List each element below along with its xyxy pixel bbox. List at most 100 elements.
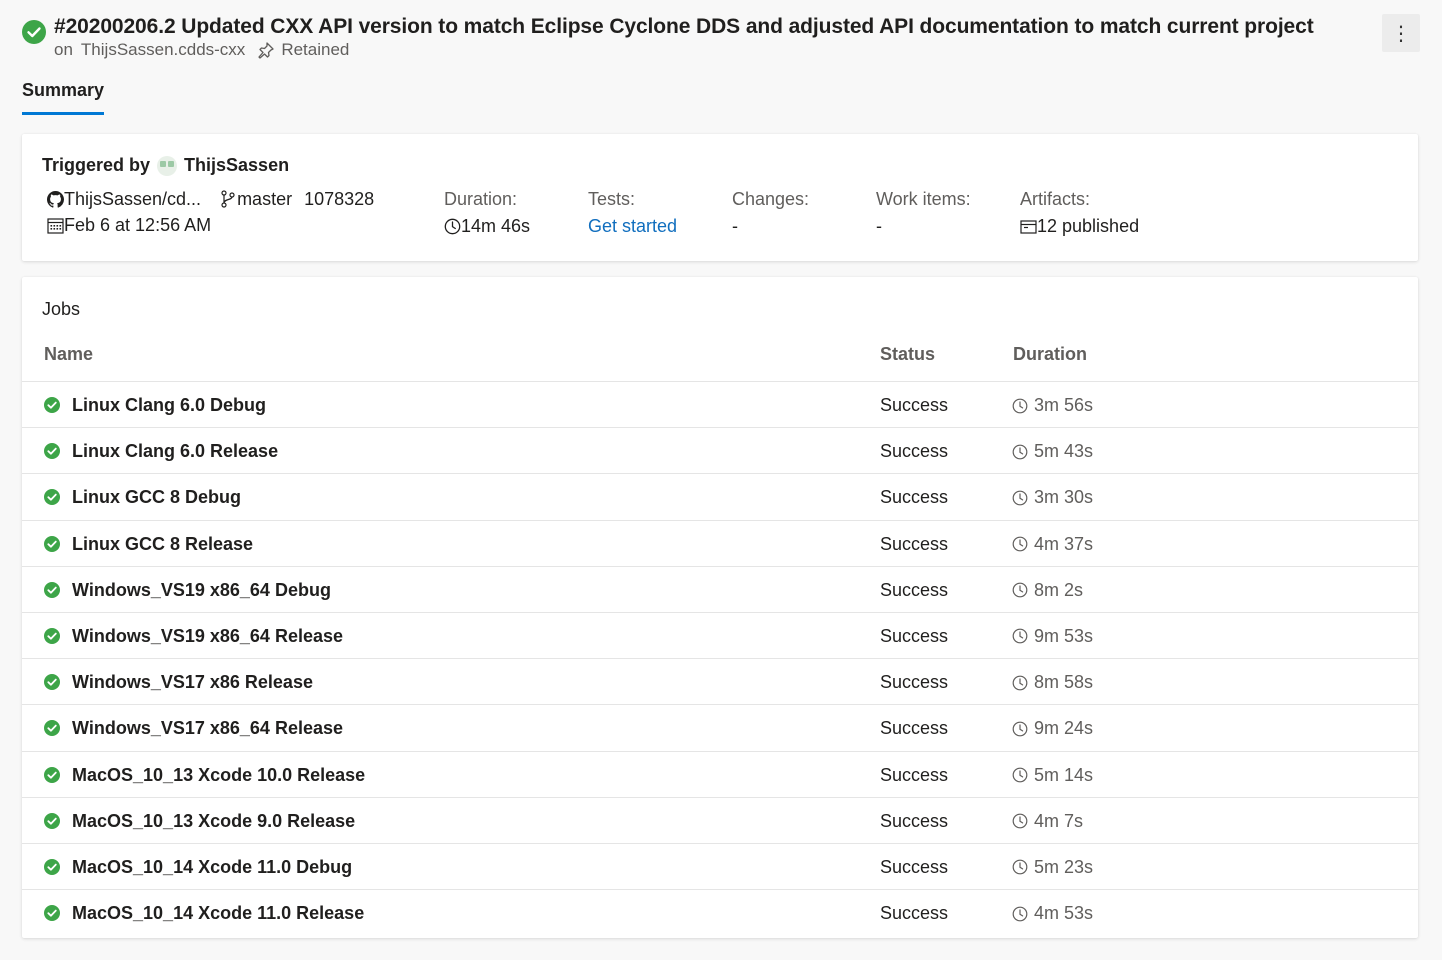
duration-label: Duration: (444, 189, 518, 209)
clock-icon (1012, 675, 1028, 691)
clock-icon (1012, 444, 1028, 460)
repo-prefix: on (54, 40, 73, 59)
job-name: Windows_VS17 x86 Release (72, 672, 313, 693)
job-duration: 5m 23s (1012, 857, 1093, 878)
job-duration: 3m 56s (1012, 395, 1093, 416)
job-name: Linux Clang 6.0 Debug (72, 395, 267, 415)
job-name: MacOS_10_14 Xcode 11.0 Release (72, 903, 365, 924)
job-name: MacOS_10_13 Xcode 10.0 Release (72, 764, 366, 785)
check-circle-icon (44, 766, 60, 783)
tab-bar: Summary (22, 80, 105, 118)
table-row[interactable]: MacOS_10_14 Xcode 11.0 Debug Success 5m … (22, 844, 1418, 891)
clock-icon (1012, 813, 1028, 829)
artifacts-value-row[interactable]: 12 published (1020, 213, 1139, 239)
repository-link[interactable]: ThijsSassen/cd... (64, 189, 201, 210)
triggered-by: Triggered by ThijsSassen (42, 155, 289, 176)
table-row[interactable]: Windows_VS17 x86 Release Success 8m 58s (22, 659, 1418, 706)
check-circle-icon (44, 905, 60, 922)
check-circle-icon (44, 397, 60, 413)
table-row[interactable]: Windows_VS19 x86_64 Debug Success 8m 2s (22, 567, 1418, 613)
check-circle-icon (22, 20, 46, 44)
job-status: Success (880, 533, 949, 554)
artifact-icon (1020, 219, 1037, 234)
summary-card: Triggered by ThijsSassen ThijsSassen/cd.… (22, 134, 1418, 261)
triggered-by-user[interactable]: ThijsSassen (184, 155, 289, 176)
work-items-label: Work items: (876, 189, 971, 209)
changes-label: Changes: (732, 189, 810, 209)
more-actions-button[interactable]: ⋮ (1382, 14, 1420, 52)
build-date: Feb 6 at 12:56 AM (64, 214, 212, 235)
job-duration-value: 5m 23s (1034, 856, 1094, 877)
job-duration: 4m 37s (1012, 534, 1093, 555)
column-header-duration: Duration (1013, 344, 1087, 364)
table-row[interactable]: MacOS_10_13 Xcode 10.0 Release Success 5… (22, 752, 1418, 798)
job-duration-value: 5m 43s (1034, 441, 1094, 462)
avatar (157, 155, 178, 176)
table-row[interactable]: Linux GCC 8 Debug Success 3m 30s (22, 474, 1418, 521)
job-duration-value: 9m 24s (1034, 718, 1094, 739)
build-summary-page: #20200206.2 Updated CXX API version to m… (0, 0, 1442, 960)
job-status: Success (880, 395, 949, 415)
clock-icon (1012, 721, 1028, 737)
job-duration-value: 4m 37s (1034, 533, 1094, 554)
table-row[interactable]: MacOS_10_14 Xcode 11.0 Release Success 4… (22, 890, 1418, 936)
tab-summary[interactable]: Summary (22, 80, 105, 115)
clock-icon (1012, 629, 1028, 644)
page-title: #20200206.2 Updated CXX API version to m… (54, 15, 1314, 38)
branch-icon (219, 190, 237, 208)
check-circle-icon (44, 674, 60, 691)
job-duration: 4m 7s (1012, 811, 1083, 832)
branch-link[interactable]: master (237, 189, 292, 210)
table-row[interactable]: Linux Clang 6.0 Debug Success 3m 56s (22, 382, 1418, 429)
table-row[interactable]: Windows_VS17 x86_64 Release Success 9m 2… (22, 705, 1418, 752)
column-header-name: Name (44, 344, 94, 364)
tests-get-started-link[interactable]: Get started (588, 216, 677, 237)
artifacts-link[interactable]: 12 published (1037, 216, 1139, 237)
clock-icon (1012, 859, 1028, 875)
job-status: Success (880, 810, 949, 831)
commit-link[interactable]: 1078328 (304, 189, 374, 210)
job-status: Success (880, 903, 949, 924)
job-status: Success (880, 441, 949, 462)
clock-icon (1012, 536, 1028, 552)
check-circle-icon (44, 443, 60, 460)
triggered-by-label: Triggered by (42, 155, 151, 175)
job-duration: 9m 24s (1012, 718, 1093, 739)
tests-stat: Tests: Get started (588, 189, 677, 239)
job-duration: 4m 53s (1012, 903, 1093, 924)
job-status: Success (880, 579, 949, 600)
job-status: Success (880, 487, 949, 508)
table-row[interactable]: Linux GCC 8 Release Success 4m 37s (22, 521, 1418, 567)
build-header: #20200206.2 Updated CXX API version to m… (22, 14, 1420, 60)
check-circle-icon (44, 535, 60, 552)
repo-link[interactable]: ThijsSassen.cdds-cxx (81, 40, 245, 60)
table-row[interactable]: MacOS_10_13 Xcode 9.0 Release Success 4m… (22, 798, 1418, 844)
table-row[interactable]: Windows_VS19 x86_64 Release Success 9m 5… (22, 613, 1418, 660)
job-name: Windows_VS17 x86_64 Release (72, 718, 343, 739)
clock-icon (1012, 398, 1028, 413)
job-duration: 9m 53s (1012, 626, 1093, 647)
check-circle-icon (44, 627, 60, 644)
duration-value: 14m 46s (461, 215, 531, 236)
job-duration-value: 4m 53s (1034, 903, 1094, 924)
job-duration-value: 5m 14s (1034, 764, 1094, 785)
job-duration: 3m 30s (1012, 487, 1093, 508)
check-circle-icon (44, 720, 60, 737)
column-header-status: Status (880, 344, 936, 364)
duration-value-row: 14m 46s (444, 213, 530, 239)
job-status: Success (880, 718, 949, 739)
table-row[interactable]: Linux Clang 6.0 Release Success 5m 43s (22, 428, 1418, 475)
clock-icon (444, 218, 461, 234)
work-items-value: - (876, 215, 882, 236)
job-duration: 5m 14s (1012, 765, 1093, 786)
check-circle-icon (44, 812, 60, 829)
jobs-table: Linux Clang 6.0 Debug Success 3m 56s Lin… (22, 382, 1418, 936)
work-items-stat: Work items: - (876, 189, 971, 239)
changes-value: - (732, 215, 738, 236)
duration-stat: Duration: 14m 46s (444, 189, 530, 239)
check-circle-icon (44, 489, 60, 506)
clock-icon (1012, 490, 1028, 506)
source-row: ThijsSassen/cd... master 1078328 (46, 186, 374, 212)
job-duration: 8m 58s (1012, 672, 1093, 693)
check-circle-icon (44, 858, 60, 875)
